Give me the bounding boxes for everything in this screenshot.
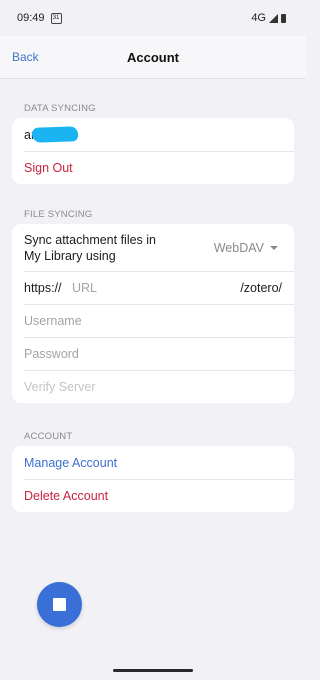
redaction-mark: [31, 126, 79, 143]
chevron-down-icon: [270, 245, 278, 250]
manage-account-label: Manage Account: [24, 455, 118, 470]
delete-account-button[interactable]: Delete Account: [12, 479, 294, 512]
delete-account-label: Delete Account: [24, 488, 109, 503]
verify-server-label: Verify Server: [24, 379, 96, 394]
sign-out-button[interactable]: Sign Out: [12, 151, 294, 184]
status-bar: 09:49 31 4G: [0, 0, 306, 36]
signal-icon: [269, 13, 278, 23]
page-title: Account: [127, 49, 179, 65]
sync-method-value: WebDAV: [213, 240, 264, 255]
calendar-icon: 31: [50, 12, 62, 24]
url-prefix: https://: [24, 280, 62, 295]
username-field[interactable]: Username: [12, 304, 294, 337]
status-time: 09:49: [17, 12, 45, 24]
stop-button[interactable]: [37, 582, 82, 627]
network-label: 4G: [251, 12, 266, 24]
file-syncing-card: Sync attachment files in My Library usin…: [12, 224, 294, 403]
sync-method-row[interactable]: Sync attachment files in My Library usin…: [12, 224, 294, 271]
stop-icon: [53, 598, 66, 611]
sync-method-label: Sync attachment files in My Library usin…: [24, 232, 157, 263]
data-syncing-card: ar Sign Out: [12, 118, 294, 184]
sync-method-select[interactable]: WebDAV: [214, 241, 278, 255]
battery-icon: [281, 13, 286, 23]
password-field[interactable]: Password: [12, 337, 294, 370]
sign-out-label: Sign Out: [24, 160, 73, 175]
home-indicator: [113, 669, 193, 672]
data-syncing-header: DATA SYNCING: [24, 103, 96, 114]
status-right: 4G: [251, 12, 286, 24]
back-button[interactable]: Back: [12, 50, 39, 64]
file-syncing-header: FILE SYNCING: [24, 209, 93, 220]
account-header: ACCOUNT: [24, 431, 73, 442]
manage-account-button[interactable]: Manage Account: [12, 446, 294, 479]
verify-server-button[interactable]: Verify Server: [12, 370, 294, 403]
account-username-row: ar: [12, 118, 294, 151]
url-suffix: /zotero/: [240, 280, 282, 295]
password-placeholder: Password: [24, 346, 79, 361]
username-placeholder: Username: [24, 313, 82, 328]
account-card: Manage Account Delete Account: [12, 446, 294, 512]
url-input[interactable]: URL: [72, 281, 97, 295]
webdav-url-row: https:// URL /zotero/: [12, 271, 294, 304]
navigation-bar: Back Account: [0, 36, 306, 79]
